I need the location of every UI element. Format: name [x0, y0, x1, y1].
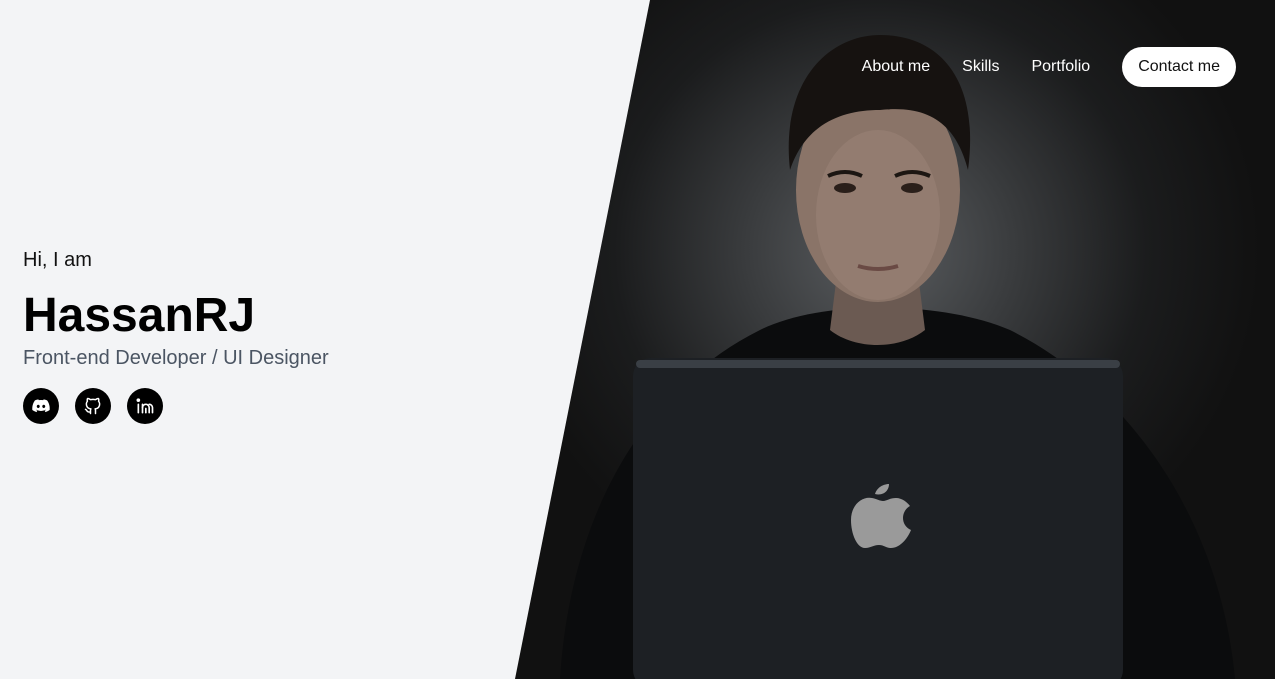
contact-me-button[interactable]: Contact me	[1122, 47, 1236, 87]
role-subtitle: Front-end Developer / UI Designer	[23, 347, 329, 369]
intro-section: Hi, I am HassanRJ Front-end Developer / …	[23, 246, 329, 424]
github-link[interactable]	[75, 388, 111, 424]
discord-icon	[32, 399, 50, 413]
linkedin-icon	[136, 398, 154, 414]
discord-link[interactable]	[23, 388, 59, 424]
nav-skills[interactable]: Skills	[962, 58, 999, 76]
greeting-text: Hi, I am	[23, 249, 92, 271]
linkedin-link[interactable]	[127, 388, 163, 424]
github-icon	[84, 397, 101, 415]
nav-portfolio[interactable]: Portfolio	[1031, 58, 1090, 76]
main-nav: About me Skills Portfolio Contact me	[862, 47, 1236, 87]
page-title: HassanRJ	[23, 289, 256, 342]
page: About me Skills Portfolio Contact me Hi,…	[0, 0, 1275, 679]
nav-about-me[interactable]: About me	[862, 58, 930, 76]
social-links	[23, 388, 329, 424]
